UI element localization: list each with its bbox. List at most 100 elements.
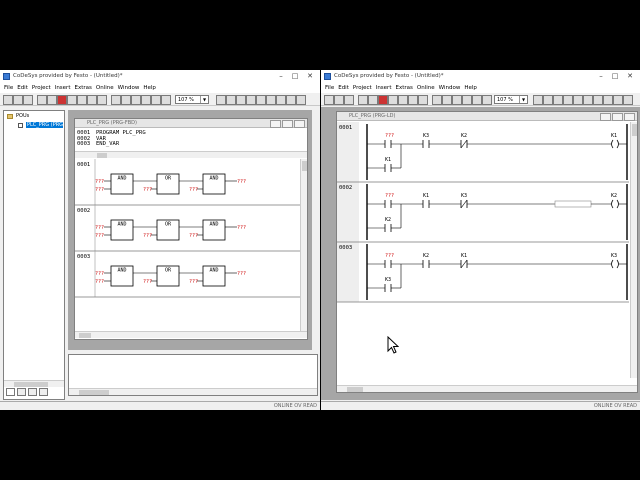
fbd-network-icon[interactable]	[296, 95, 306, 105]
paste-icon[interactable]	[452, 95, 462, 105]
step-in-icon[interactable]	[408, 95, 418, 105]
minimize-button[interactable]: –	[274, 72, 288, 81]
step-icon[interactable]	[398, 95, 408, 105]
open-icon[interactable]	[334, 95, 344, 105]
find-icon[interactable]	[141, 95, 151, 105]
child-minimize-button[interactable]	[600, 113, 611, 121]
run-icon[interactable]	[57, 95, 67, 105]
login-icon[interactable]	[358, 95, 368, 105]
menu-project[interactable]: Project	[353, 83, 372, 93]
fbd-hscrollbar[interactable]	[75, 331, 307, 338]
pou-item-plc-prg[interactable]: PLC_PRG (PRG)	[26, 122, 63, 128]
ld-hscrollbar[interactable]	[337, 385, 637, 392]
tab-datatypes-icon[interactable]	[17, 388, 26, 396]
zoom-combo[interactable]: 107 % ▼	[175, 95, 209, 104]
logout-icon[interactable]	[368, 95, 378, 105]
fbd-jump-icon[interactable]	[256, 95, 266, 105]
right-title-bar[interactable]: CoDeSys provided by Festo - (Untitled)* …	[321, 70, 640, 83]
menu-online[interactable]: Online	[417, 83, 435, 93]
run-icon[interactable]	[378, 95, 388, 105]
fbd-vscrollbar[interactable]	[300, 159, 307, 331]
menu-insert[interactable]: Insert	[55, 83, 71, 93]
fbd-negate-icon[interactable]	[276, 95, 286, 105]
close-button[interactable]: ✕	[303, 72, 317, 81]
copy-icon[interactable]	[121, 95, 131, 105]
menu-project[interactable]: Project	[32, 83, 51, 93]
menu-help[interactable]: Help	[464, 83, 477, 93]
fbd-network-area[interactable]: 0001 AND OR AND????????? ?????? 0002 AND OR AND?…	[75, 159, 301, 331]
step-in-icon[interactable]	[87, 95, 97, 105]
menu-file[interactable]: File	[325, 83, 334, 93]
replace-icon[interactable]	[482, 95, 492, 105]
breakpoint-icon[interactable]	[97, 95, 107, 105]
tab-visualization-icon[interactable]	[28, 388, 37, 396]
step-icon[interactable]	[77, 95, 87, 105]
mdi-vscrollbar[interactable]	[312, 110, 318, 350]
ld-reset-icon[interactable]	[623, 95, 633, 105]
child-close-button[interactable]	[294, 120, 305, 128]
menu-window[interactable]: Window	[439, 83, 461, 93]
ld-coil-icon[interactable]	[563, 95, 573, 105]
declaration-hscrollbar[interactable]	[75, 151, 307, 158]
find-next-icon[interactable]	[151, 95, 161, 105]
child-close-button[interactable]	[624, 113, 635, 121]
ld-return-icon[interactable]	[593, 95, 603, 105]
tab-pous-icon[interactable]	[6, 388, 15, 396]
ld-jump-icon[interactable]	[583, 95, 593, 105]
fbd-set-icon[interactable]	[286, 95, 296, 105]
paste-icon[interactable]	[131, 95, 141, 105]
ld-parallel-icon[interactable]	[553, 95, 563, 105]
fbd-output-icon[interactable]	[226, 95, 236, 105]
menu-window[interactable]: Window	[118, 83, 140, 93]
ld-vscrollbar[interactable]	[630, 122, 637, 378]
fbd-return-icon[interactable]	[266, 95, 276, 105]
message-hscrollbar[interactable]	[69, 388, 317, 395]
replace-icon[interactable]	[161, 95, 171, 105]
ld-editor-titlebar[interactable]: PLC_PRG (PRG-LD)	[337, 112, 637, 121]
menu-edit[interactable]: Edit	[17, 83, 28, 93]
fbd-box-icon[interactable]	[236, 95, 246, 105]
close-button[interactable]: ✕	[623, 72, 637, 81]
menu-extras[interactable]: Extras	[395, 83, 412, 93]
menu-extras[interactable]: Extras	[74, 83, 91, 93]
cut-icon[interactable]	[111, 95, 121, 105]
breakpoint-icon[interactable]	[418, 95, 428, 105]
cut-icon[interactable]	[432, 95, 442, 105]
fbd-editor-titlebar[interactable]: PLC_PRG (PRG-FBD)	[75, 119, 307, 128]
child-minimize-button[interactable]	[270, 120, 281, 128]
pou-root-label[interactable]: POUs	[16, 113, 29, 119]
maximize-button[interactable]: □	[608, 72, 622, 81]
child-maximize-button[interactable]	[612, 113, 623, 121]
minimize-button[interactable]: –	[594, 72, 608, 81]
new-icon[interactable]	[324, 95, 334, 105]
tab-resources-icon[interactable]	[39, 388, 48, 396]
find-icon[interactable]	[462, 95, 472, 105]
menu-edit[interactable]: Edit	[338, 83, 349, 93]
ld-contact-icon[interactable]	[543, 95, 553, 105]
save-icon[interactable]	[344, 95, 354, 105]
new-icon[interactable]	[3, 95, 13, 105]
zoom-combo[interactable]: 107 % ▼	[494, 95, 528, 104]
ld-negate-icon[interactable]	[603, 95, 613, 105]
fbd-input-icon[interactable]	[216, 95, 226, 105]
organizer-hscrollbar[interactable]	[4, 380, 64, 387]
fbd-assign-icon[interactable]	[246, 95, 256, 105]
menu-file[interactable]: File	[4, 83, 13, 93]
find-next-icon[interactable]	[472, 95, 482, 105]
menu-help[interactable]: Help	[143, 83, 156, 93]
ld-network-area[interactable]: 0001??? K3 K2 K1 K1 0002??? K1 K3 K2 K2 0003??? K2 K…	[337, 122, 631, 378]
ld-network-icon[interactable]	[533, 95, 543, 105]
copy-icon[interactable]	[442, 95, 452, 105]
menu-online[interactable]: Online	[96, 83, 114, 93]
ld-box-icon[interactable]	[573, 95, 583, 105]
stop-icon[interactable]	[67, 95, 77, 105]
logout-icon[interactable]	[47, 95, 57, 105]
login-icon[interactable]	[37, 95, 47, 105]
open-icon[interactable]	[13, 95, 23, 105]
save-icon[interactable]	[23, 95, 33, 105]
left-title-bar[interactable]: CoDeSys provided by Festo - (Untitled)* …	[0, 70, 320, 83]
menu-insert[interactable]: Insert	[376, 83, 392, 93]
maximize-button[interactable]: □	[288, 72, 302, 81]
ld-set-icon[interactable]	[613, 95, 623, 105]
stop-icon[interactable]	[388, 95, 398, 105]
